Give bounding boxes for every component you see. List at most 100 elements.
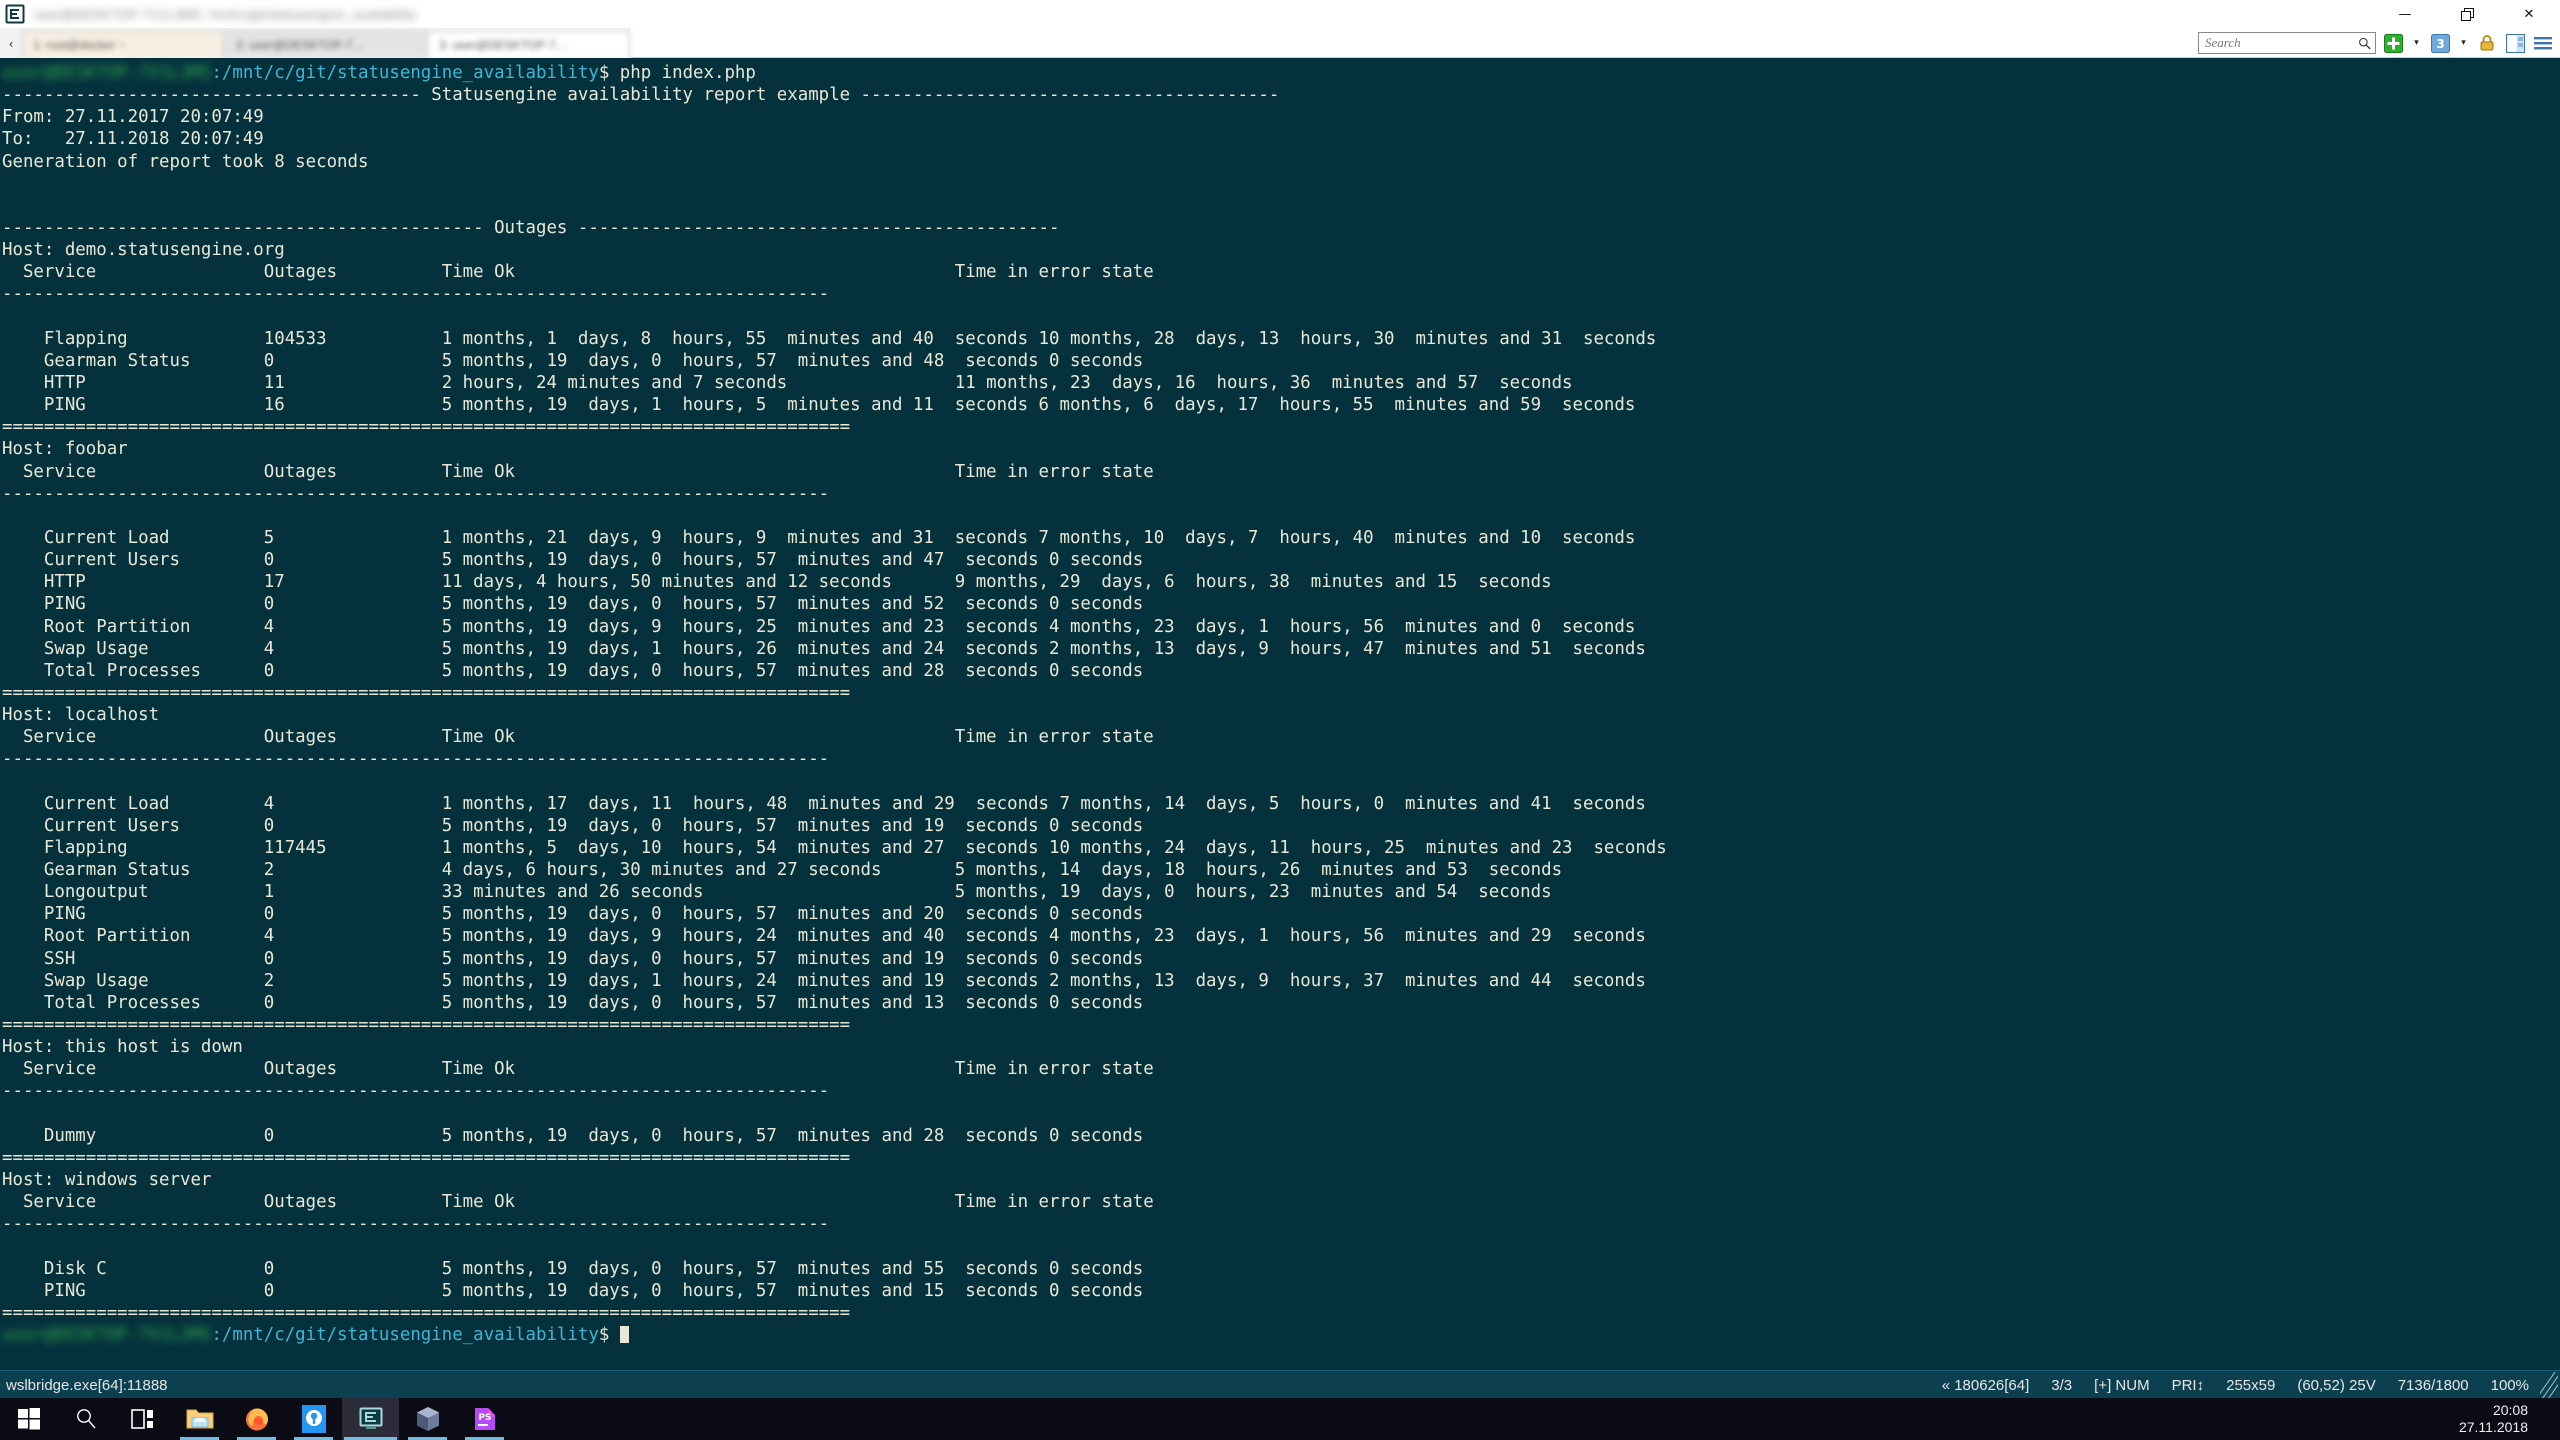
split-pane-button[interactable]: [2504, 32, 2526, 54]
resize-grip[interactable]: [2540, 1372, 2558, 1398]
virtualbox-icon: [416, 1407, 439, 1431]
section-rule: ========================================…: [2, 1302, 851, 1323]
menu-button[interactable]: [2532, 32, 2554, 54]
minimize-button[interactable]: —: [2374, 0, 2436, 28]
table-rule: ----------------------------------------…: [2, 284, 830, 305]
keepass-icon: [301, 1405, 326, 1433]
status-buffer: 7136/1800: [2397, 1376, 2469, 1394]
table-row: Flapping 117445 1 months, 5 days, 10 hou…: [2, 837, 1667, 858]
final-prompt-line: user@DESKTOP-7V1L3M5:/mnt/c/git/statusen…: [2, 1324, 2560, 1346]
taskbar-item-firefox[interactable]: [228, 1398, 285, 1440]
tab-scroll-left-icon[interactable]: ‹: [0, 30, 22, 58]
table-row: Current Users 0 5 months, 19 days, 0 hou…: [2, 550, 1144, 571]
table-row: PING 0 5 months, 19 days, 0 hours, 57 mi…: [2, 1280, 1144, 1301]
table-row: SSH 0 5 months, 19 days, 0 hours, 57 min…: [2, 948, 1144, 969]
taskbar-item-conemu[interactable]: [342, 1398, 399, 1440]
firefox-icon: [245, 1408, 268, 1431]
restore-icon: [2460, 7, 2474, 21]
taskbar-item-keepass[interactable]: [285, 1398, 342, 1440]
table-row: Current Load 4 1 months, 17 days, 11 hou…: [2, 793, 1646, 814]
table-header-row: Service Outages Time Ok Time in error st…: [2, 1192, 1154, 1213]
restore-button[interactable]: [2436, 0, 2498, 28]
lock-button[interactable]: [2476, 32, 2498, 54]
clock-time: 20:08: [2492, 1402, 2528, 1418]
prompt-sigil: $: [598, 63, 620, 83]
new-console-button[interactable]: [2382, 32, 2404, 54]
status-priority: PRI↕: [2171, 1376, 2205, 1394]
table-rule: ----------------------------------------…: [2, 1214, 830, 1235]
terminal-cursor: [619, 1326, 629, 1344]
start-button[interactable]: [0, 1398, 57, 1440]
windows-logo-icon: [17, 1408, 40, 1430]
taskbar-search-button[interactable]: [57, 1398, 114, 1440]
section-rule: ========================================…: [2, 682, 851, 703]
prompt-user: user@DESKTOP-7V1L3M5: [2, 1325, 212, 1346]
svg-text:3: 3: [2436, 37, 2444, 51]
report-title-line: ----------------------------------------…: [2, 85, 1280, 106]
table-row: Current Users 0 5 months, 19 days, 0 hou…: [2, 815, 1144, 836]
task-view-button[interactable]: [114, 1398, 171, 1440]
table-row: Total Processes 0 5 months, 19 days, 0 h…: [2, 660, 1144, 681]
status-console-count: 3/3: [2051, 1376, 2073, 1394]
table-rule: ----------------------------------------…: [2, 483, 830, 504]
taskbar-clock[interactable]: 20:08 27.11.2018: [2459, 1402, 2528, 1436]
prompt-line: user@DESKTOP-7V1L3M5:/mnt/c/git/statusen…: [2, 62, 2560, 84]
prompt-path: :/mnt/c/git/statusengine_availability: [211, 63, 599, 83]
close-button[interactable]: ✕: [2498, 0, 2560, 28]
notification-center-button[interactable]: [2546, 1398, 2560, 1440]
table-header-row: Service Outages Time Ok Time in error st…: [2, 262, 1154, 283]
magnifier-icon: [76, 1409, 96, 1429]
phpstorm-icon: PS: [474, 1408, 495, 1430]
table-row: Current Load 5 1 months, 21 days, 9 hour…: [2, 527, 1636, 548]
console-3-icon: 3: [2430, 33, 2450, 53]
table-row: Longoutput 1 33 minutes and 26 seconds 5…: [2, 882, 1552, 903]
tab-bar: ‹ 1: root@docker ~ 2: user@DESKTOP-7… 3:…: [0, 28, 2560, 59]
tab-1[interactable]: 1: root@docker ~: [22, 31, 224, 58]
magnifier-icon: [2358, 37, 2371, 49]
window-title-bar: user@DESKTOP-7V1L3M5: /mnt/c/git/statuse…: [0, 0, 2560, 28]
taskbar-item-phpstorm[interactable]: PS: [456, 1398, 513, 1440]
table-row: PING 16 5 months, 19 days, 1 hours, 5 mi…: [2, 395, 1636, 416]
tab-3[interactable]: 3: user@DESKTOP-7…: [428, 31, 630, 58]
task-view-icon: [130, 1409, 153, 1429]
prompt-user: user@DESKTOP-7V1L3M5: [2, 63, 212, 83]
hamburger-menu-icon: [2534, 37, 2552, 50]
table-row: PING 0 5 months, 19 days, 0 hours, 57 mi…: [2, 904, 1144, 925]
padlock-icon: [2480, 35, 2494, 51]
table-row: Root Partition 4 5 months, 19 days, 9 ho…: [2, 926, 1646, 947]
section-rule: ========================================…: [2, 1015, 851, 1036]
prompt-path: :/mnt/c/git/statusengine_availability: [211, 1325, 599, 1346]
search-input[interactable]: [2203, 34, 2358, 52]
taskbar-item-file-explorer[interactable]: [171, 1398, 228, 1440]
windows-taskbar: PS 20:08 27.11.2018: [0, 1398, 2560, 1440]
from-line: From: 27.11.2017 20:07:49: [2, 107, 264, 128]
terminal-output[interactable]: user@DESKTOP-7V1L3M5:/mnt/c/git/statusen…: [0, 58, 2560, 1370]
table-row: Total Processes 0 5 months, 19 days, 0 h…: [2, 992, 1144, 1013]
table-row: Swap Usage 4 5 months, 19 days, 1 hours,…: [2, 638, 1646, 659]
console-selector-button[interactable]: 3: [2429, 32, 2451, 54]
console-selector-caret-icon[interactable]: ▾: [2457, 32, 2470, 54]
table-header-row: Service Outages Time Ok Time in error st…: [2, 461, 1154, 482]
terminal-command: php index.php: [619, 63, 756, 83]
table-row: HTTP 11 2 hours, 24 minutes and 7 second…: [2, 372, 1573, 393]
search-box[interactable]: [2198, 32, 2376, 54]
outages-banner: ----------------------------------------…: [2, 217, 1060, 238]
table-rule: ----------------------------------------…: [2, 1081, 830, 1102]
folder-icon: [186, 1409, 213, 1429]
table-row: Gearman Status 2 4 days, 6 hours, 30 min…: [2, 860, 1563, 881]
conemu-icon: [2, 1, 28, 27]
section-rule: ========================================…: [2, 1147, 851, 1168]
table-row: Root Partition 4 5 months, 19 days, 9 ho…: [2, 616, 1636, 637]
taskbar-item-virtualbox[interactable]: [399, 1398, 456, 1440]
tab-2[interactable]: 2: user@DESKTOP-7…: [225, 31, 427, 58]
new-console-caret-icon[interactable]: ▾: [2410, 32, 2423, 54]
host-label: Host: foobar: [2, 439, 128, 460]
status-zoom: 100%: [2490, 1376, 2529, 1394]
conemu-window: user@DESKTOP-7V1L3M5: /mnt/c/git/statuse…: [0, 0, 2560, 1440]
host-label: Host: localhost: [2, 705, 160, 726]
